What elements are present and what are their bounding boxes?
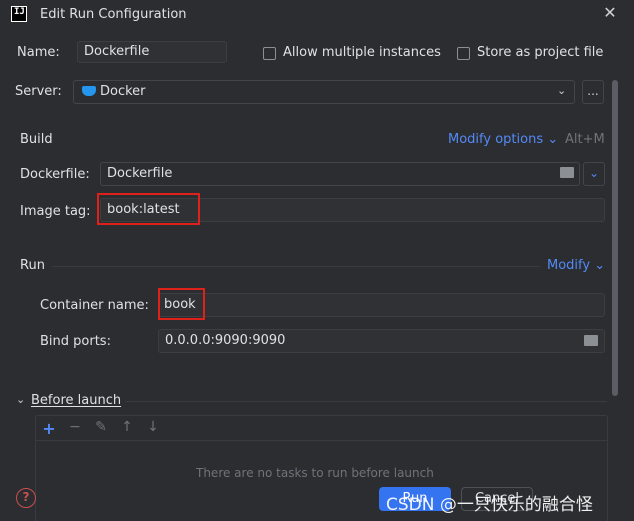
image-tag-label: Image tag: bbox=[20, 204, 91, 219]
close-icon[interactable]: ✕ bbox=[602, 5, 618, 21]
help-icon[interactable]: ? bbox=[16, 488, 36, 508]
move-down-icon[interactable]: ↓ bbox=[144, 419, 162, 435]
name-label: Name: bbox=[17, 45, 60, 60]
modify-options-label: Modify options bbox=[448, 132, 544, 147]
csdn-watermark: CSDN @一只快乐的融合怪 bbox=[386, 495, 593, 515]
name-input[interactable]: Dockerfile bbox=[77, 41, 227, 63]
name-label-text: Name: bbox=[17, 45, 60, 60]
before-launch-title[interactable]: Before launch bbox=[31, 393, 121, 408]
allow-multiple-checkbox[interactable] bbox=[263, 47, 276, 60]
before-launch-toolbar-separator bbox=[36, 440, 607, 441]
highlight-box bbox=[97, 193, 200, 225]
before-launch-empty-hint: There are no tasks to run before launch bbox=[196, 466, 434, 480]
server-label: Server: bbox=[15, 84, 62, 99]
dockerfile-input[interactable]: Dockerfile bbox=[100, 162, 580, 186]
modify-chevron-icon: ⌄ bbox=[594, 258, 606, 273]
folder-icon[interactable] bbox=[584, 335, 598, 346]
build-section-title: Build bbox=[20, 132, 53, 147]
modify-link[interactable]: Modify ⌄ bbox=[547, 258, 605, 273]
highlight-box bbox=[158, 288, 205, 320]
bind-ports-label: Bind ports: bbox=[40, 334, 111, 349]
allow-multiple-label: Allow multiple instances bbox=[283, 45, 441, 60]
dockerfile-label: Dockerfile: bbox=[20, 167, 90, 182]
edit-icon[interactable]: ✎ bbox=[92, 419, 110, 435]
move-up-icon[interactable]: ↑ bbox=[118, 419, 136, 435]
collapse-chevron-icon[interactable]: ⌄ bbox=[16, 393, 25, 406]
modify-options-chevron-icon: ⌄ bbox=[547, 132, 559, 147]
store-project-label: Store as project file bbox=[477, 45, 604, 60]
before-launch-separator bbox=[125, 401, 607, 402]
run-separator bbox=[52, 266, 540, 267]
modify-options-shortcut: Alt+M bbox=[565, 132, 605, 147]
bind-ports-input[interactable]: 0.0.0.0:9090:9090 bbox=[158, 329, 605, 353]
modify-label: Modify bbox=[547, 258, 591, 273]
run-section-title: Run bbox=[20, 258, 45, 273]
window-title: Edit Run Configuration bbox=[40, 7, 187, 22]
server-select-value: Docker bbox=[100, 84, 146, 99]
docker-whale-icon bbox=[82, 86, 96, 96]
chevron-down-icon: ⌄ bbox=[557, 84, 567, 97]
container-name-label: Container name: bbox=[40, 298, 149, 313]
folder-icon[interactable] bbox=[560, 167, 574, 178]
app-logo-icon: IJ bbox=[11, 6, 27, 22]
store-project-checkbox[interactable] bbox=[457, 47, 470, 60]
remove-icon[interactable]: − bbox=[66, 419, 84, 435]
container-name-input[interactable]: book bbox=[158, 293, 605, 317]
dockerfile-dropdown-button[interactable]: ⌄ bbox=[583, 162, 605, 186]
server-select[interactable]: Docker bbox=[73, 80, 575, 104]
modify-options-link[interactable]: Modify options ⌄ bbox=[448, 132, 558, 147]
server-more-button[interactable]: ... bbox=[582, 80, 604, 104]
scrollbar[interactable] bbox=[612, 80, 618, 396]
add-icon[interactable]: + bbox=[40, 419, 58, 438]
